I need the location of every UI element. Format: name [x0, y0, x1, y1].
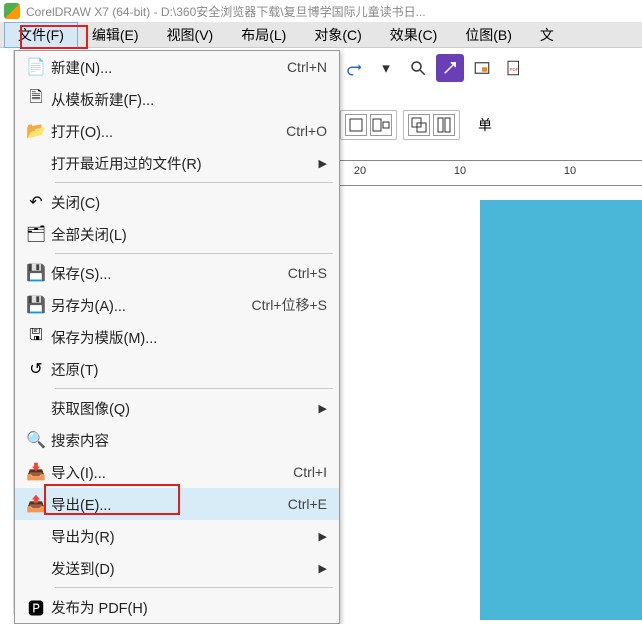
pdf-toolbar-button[interactable]: PDF	[500, 54, 528, 82]
app-icon	[4, 3, 20, 19]
pdf-icon: PDF	[505, 59, 523, 77]
import-icon: 📥	[27, 463, 45, 481]
horizontal-ruler: 20 10 10	[340, 160, 642, 186]
stack-box-2[interactable]	[433, 114, 455, 136]
menu-save-as[interactable]: 💾 另存为(A)... Ctrl+位移+S	[15, 289, 339, 321]
ruler-tick: 10	[454, 165, 466, 177]
menu-effects[interactable]: 效果(C)	[376, 22, 451, 48]
units-label: 单	[478, 115, 492, 135]
separator	[55, 388, 333, 389]
toolbar-secondary: ▾ PDF	[340, 50, 528, 86]
align-box-2[interactable]	[370, 114, 392, 136]
toolbar-search-button[interactable]	[404, 54, 432, 82]
stack-icon	[409, 115, 429, 135]
pip-button[interactable]	[468, 54, 496, 82]
menu-save[interactable]: 💾 保存(S)... Ctrl+S	[15, 257, 339, 289]
stack-box-1[interactable]	[408, 114, 430, 136]
undo-icon: ↶	[27, 193, 45, 211]
svg-text:PDF: PDF	[510, 67, 519, 72]
submenu-arrow-icon: ▶	[315, 562, 327, 575]
separator	[55, 182, 333, 183]
document-page[interactable]: 爱	[480, 200, 642, 620]
menu-export[interactable]: 📤 导出(E)... Ctrl+E	[15, 488, 339, 520]
left-toolbar-strip	[0, 50, 14, 614]
pdf-icon: 🅿	[27, 598, 45, 616]
separator	[55, 253, 333, 254]
align-group-2	[403, 110, 460, 140]
revert-icon: ↺	[27, 360, 45, 378]
menu-close-all[interactable]: 🗂 全部关闭(L)	[15, 218, 339, 250]
toolbar-tertiary: 单	[340, 100, 492, 150]
doc-template-icon: 🗎	[27, 90, 45, 108]
menu-new-from-template[interactable]: 🗎 从模板新建(F)...	[15, 83, 339, 115]
dropdown-toggle[interactable]: ▾	[372, 54, 400, 82]
ruler-tick: 10	[564, 165, 576, 177]
box-side-icon	[371, 115, 391, 135]
save-icon: 💾	[27, 264, 45, 282]
menu-view[interactable]: 视图(V)	[153, 22, 228, 48]
menu-bitmap[interactable]: 位图(B)	[451, 22, 526, 48]
menu-open[interactable]: 📂 打开(O)... Ctrl+O	[15, 115, 339, 147]
menu-open-recent[interactable]: 打开最近用过的文件(R) ▶	[15, 147, 339, 179]
menu-bar: 文件(F) 编辑(E) 视图(V) 布局(L) 对象(C) 效果(C) 位图(B…	[0, 22, 642, 48]
menu-save-as-template[interactable]: 🖫 保存为模版(M)...	[15, 321, 339, 353]
save-template-icon: 🖫	[27, 328, 45, 346]
submenu-arrow-icon: ▶	[315, 402, 327, 415]
folder-open-icon: 📂	[27, 122, 45, 140]
box-icon	[346, 115, 366, 135]
align-group-1	[340, 110, 397, 140]
export-icon: 📤	[27, 495, 45, 513]
menu-revert[interactable]: ↺ 还原(T)	[15, 353, 339, 385]
search-icon: 🔍	[27, 431, 45, 449]
save-as-icon: 💾	[27, 296, 45, 314]
menu-file[interactable]: 文件(F)	[4, 22, 78, 48]
launch-icon	[441, 59, 459, 77]
menu-object[interactable]: 对象(C)	[300, 22, 375, 48]
menu-publish-pdf[interactable]: 🅿 发布为 PDF(H)	[15, 591, 339, 623]
launch-button[interactable]	[436, 54, 464, 82]
title-bar: CorelDRAW X7 (64-bit) - D:\360安全浏览器下载\复旦…	[0, 0, 642, 22]
doc-new-icon: 📄	[27, 58, 45, 76]
redo-icon	[345, 59, 363, 77]
menu-search-content[interactable]: 🔍 搜索内容	[15, 424, 339, 456]
canvas-area[interactable]: 爱	[340, 186, 642, 614]
stack-icon: 🗂	[27, 225, 45, 243]
submenu-arrow-icon: ▶	[315, 530, 327, 543]
file-menu-dropdown: 📄 新建(N)... Ctrl+N 🗎 从模板新建(F)... 📂 打开(O).…	[14, 50, 340, 624]
separator	[55, 587, 333, 588]
menu-acquire-image[interactable]: 获取图像(Q) ▶	[15, 392, 339, 424]
search-icon	[409, 59, 427, 77]
menu-layout[interactable]: 布局(L)	[227, 22, 300, 48]
menu-close[interactable]: ↶ 关闭(C)	[15, 186, 339, 218]
menu-send-to[interactable]: 发送到(D) ▶	[15, 552, 339, 584]
menu-text[interactable]: 文	[526, 22, 568, 48]
menu-edit[interactable]: 编辑(E)	[78, 22, 153, 48]
align-box-1[interactable]	[345, 114, 367, 136]
pip-icon	[473, 59, 491, 77]
submenu-arrow-icon: ▶	[315, 157, 327, 170]
column-icon	[434, 115, 454, 135]
redo-button[interactable]	[340, 54, 368, 82]
app-title: CorelDRAW X7 (64-bit) - D:\360安全浏览器下载\复旦…	[26, 3, 426, 20]
menu-new[interactable]: 📄 新建(N)... Ctrl+N	[15, 51, 339, 83]
ruler-tick: 20	[354, 165, 366, 177]
menu-import[interactable]: 📥 导入(I)... Ctrl+I	[15, 456, 339, 488]
menu-export-as[interactable]: 导出为(R) ▶	[15, 520, 339, 552]
